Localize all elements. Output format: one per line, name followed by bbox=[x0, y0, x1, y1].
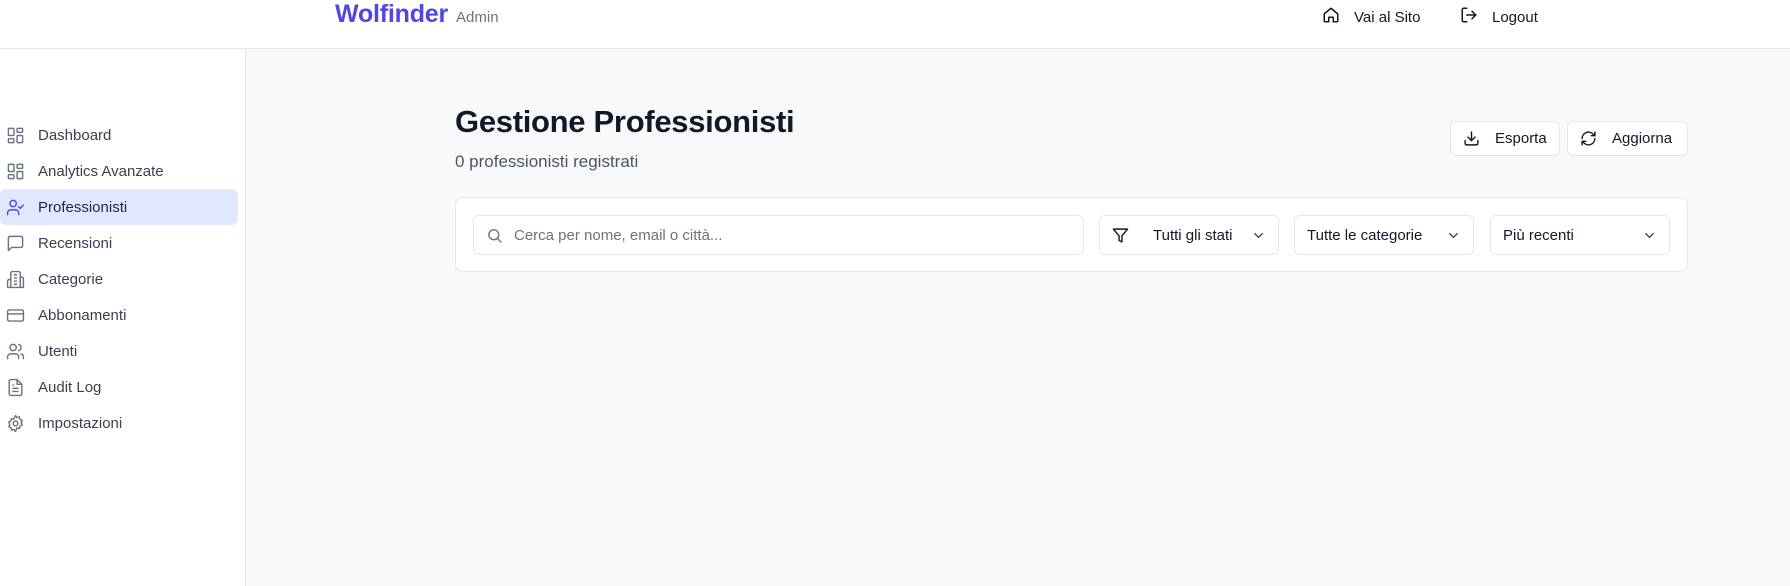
chevron-down-icon bbox=[1645, 233, 1654, 239]
users-icon bbox=[6, 342, 25, 361]
user-check-icon bbox=[6, 198, 25, 217]
sidebar-item-label: Categorie bbox=[38, 270, 104, 288]
top-bar: Wolfinder Admin Vai al Sito Logout bbox=[0, 0, 1790, 49]
sidebar-item-abbonamenti[interactable]: Abbonamenti bbox=[0, 297, 238, 333]
settings-icon bbox=[6, 414, 25, 433]
search-box[interactable] bbox=[473, 215, 1084, 255]
sidebar-item-label: Dashboard bbox=[38, 126, 112, 144]
sidebar-item-dashboard[interactable]: Dashboard bbox=[0, 117, 238, 153]
sidebar-item-label: Analytics Avanzate bbox=[38, 162, 164, 180]
sidebar-item-label: Professionisti bbox=[38, 198, 128, 216]
sidebar-item-utenti[interactable]: Utenti bbox=[0, 333, 238, 369]
sidebar-item-label: Audit Log bbox=[38, 378, 102, 396]
sidebar-item-label: Utenti bbox=[38, 342, 78, 360]
sidebar-item-analytics[interactable]: Analytics Avanzate bbox=[0, 153, 238, 189]
analytics-grid-icon bbox=[6, 162, 25, 181]
sidebar-item-recensioni[interactable]: Recensioni bbox=[0, 225, 238, 261]
building-icon bbox=[6, 270, 25, 289]
sidebar: Dashboard Analytics Avanzate Professioni… bbox=[0, 49, 246, 586]
category-select-value: Tutte le categorie bbox=[1307, 226, 1423, 244]
search-input[interactable] bbox=[514, 216, 1074, 254]
page-title: Gestione Professionisti bbox=[455, 104, 795, 139]
sidebar-item-label: Recensioni bbox=[38, 234, 113, 252]
credit-card-icon bbox=[6, 306, 25, 325]
sidebar-item-categorie[interactable]: Categorie bbox=[0, 261, 238, 297]
brand-subtitle: Admin bbox=[456, 9, 499, 26]
brand-name[interactable]: Wolfinder bbox=[335, 0, 448, 29]
site-link[interactable]: Vai al Sito bbox=[1322, 6, 1420, 28]
logout-label: Logout bbox=[1492, 8, 1538, 26]
status-select[interactable]: Tutti gli stati bbox=[1099, 215, 1279, 255]
filter-icon bbox=[1112, 227, 1129, 248]
download-icon bbox=[1463, 130, 1480, 151]
sidebar-item-professionisti[interactable]: Professionisti bbox=[0, 189, 238, 225]
refresh-button[interactable]: Aggiorna bbox=[1567, 121, 1688, 156]
chevron-down-icon bbox=[1254, 233, 1263, 239]
brand[interactable]: Wolfinder Admin bbox=[335, 0, 499, 29]
logout-icon bbox=[1460, 6, 1478, 28]
site-link-label: Vai al Sito bbox=[1354, 8, 1421, 26]
file-text-icon bbox=[6, 378, 25, 397]
sort-select-value: Più recenti bbox=[1503, 226, 1574, 244]
message-square-icon bbox=[6, 234, 25, 253]
chevron-down-icon bbox=[1449, 233, 1458, 239]
sidebar-item-audit-log[interactable]: Audit Log bbox=[0, 369, 238, 405]
refresh-icon bbox=[1580, 130, 1597, 151]
home-icon bbox=[1322, 6, 1340, 28]
export-label: Esporta bbox=[1495, 130, 1547, 147]
logout-link[interactable]: Logout bbox=[1460, 6, 1538, 28]
page-subtitle: 0 professionisti registrati bbox=[455, 152, 639, 171]
dashboard-grid-icon bbox=[6, 126, 25, 145]
category-select[interactable]: Tutte le categorie bbox=[1294, 215, 1474, 255]
sidebar-item-label: Impostazioni bbox=[38, 414, 123, 432]
sort-select[interactable]: Più recenti bbox=[1490, 215, 1670, 255]
sidebar-item-impostazioni[interactable]: Impostazioni bbox=[0, 405, 238, 441]
status-select-value: Tutti gli stati bbox=[1153, 226, 1233, 244]
filter-card: Tutti gli stati Tutte le categorie Più r… bbox=[455, 197, 1688, 272]
refresh-label: Aggiorna bbox=[1612, 130, 1673, 147]
export-button[interactable]: Esporta bbox=[1450, 121, 1560, 156]
sidebar-item-label: Abbonamenti bbox=[38, 306, 127, 324]
